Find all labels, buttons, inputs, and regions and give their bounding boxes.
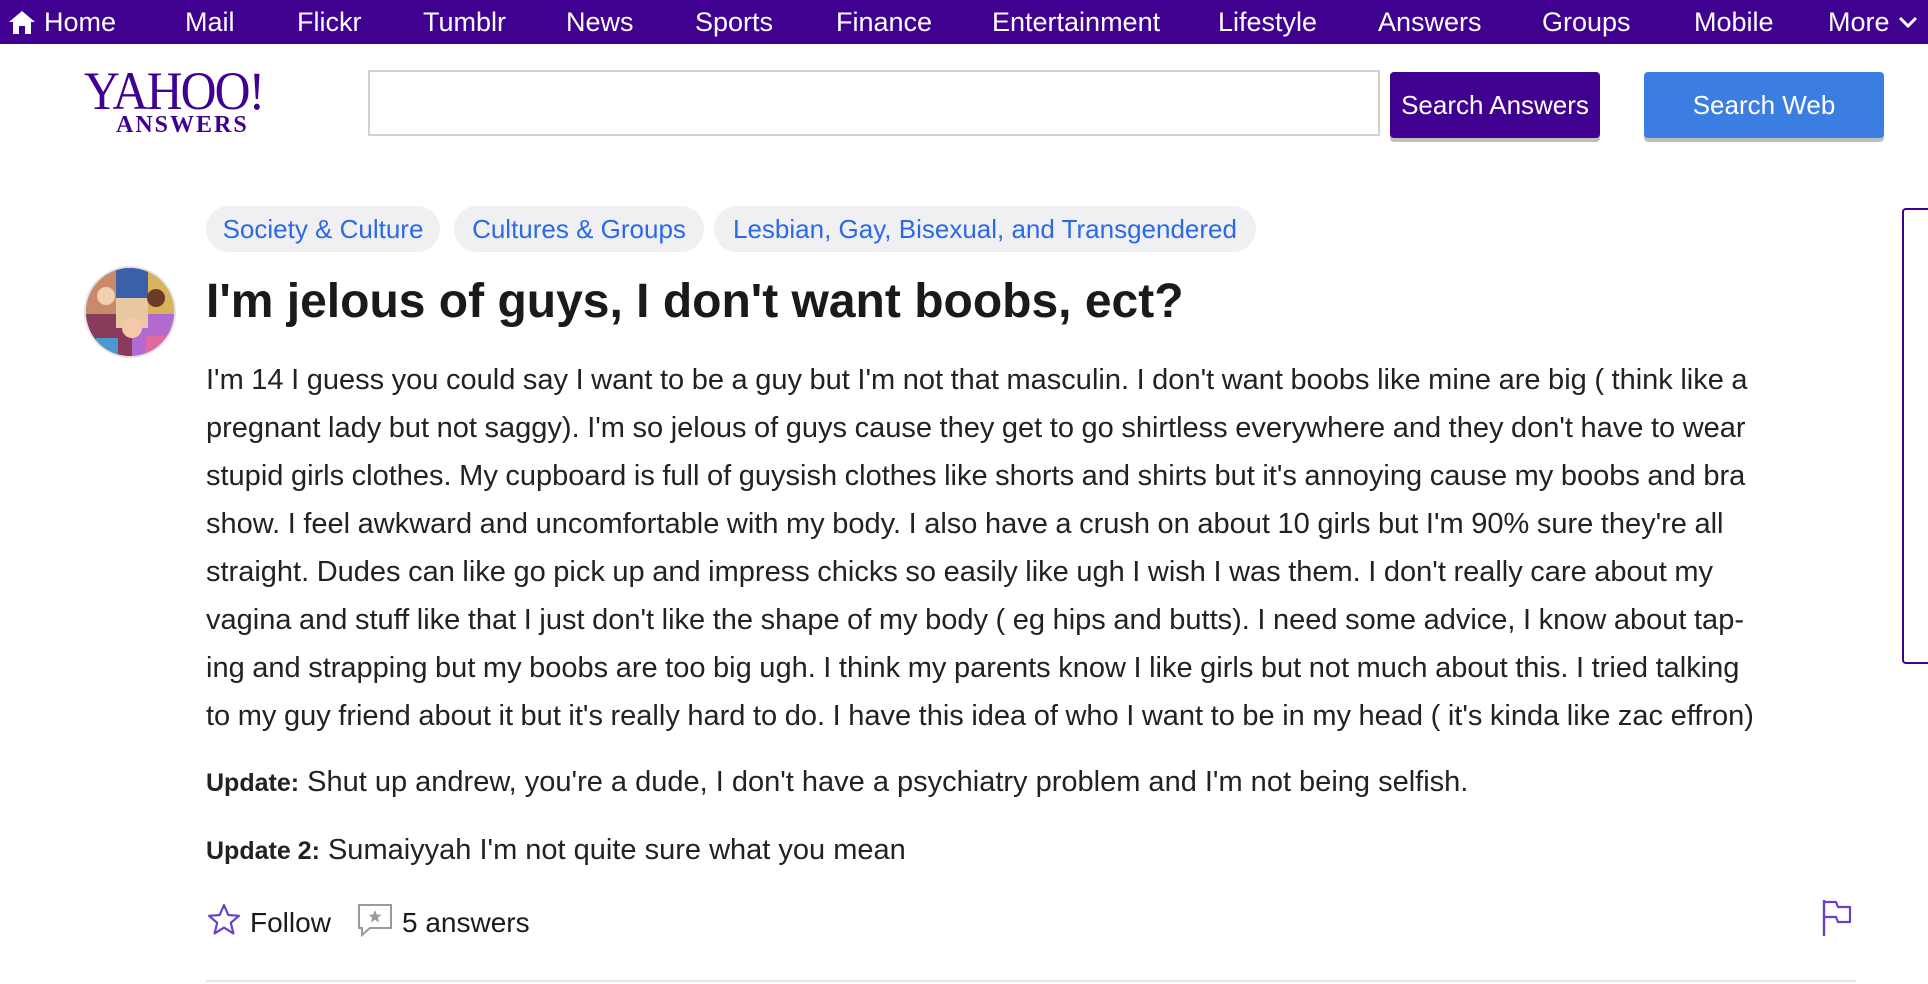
question-update-1: Update: Shut up andrew, you're a dude, I… bbox=[206, 766, 1468, 799]
follow-button[interactable]: Follow bbox=[206, 898, 331, 948]
breadcrumb-lgbt[interactable]: Lesbian, Gay, Bisexual, and Transgendere… bbox=[714, 206, 1256, 252]
chevron-down-icon bbox=[1898, 15, 1918, 29]
search-web-button[interactable]: Search Web bbox=[1644, 72, 1884, 138]
nav-more[interactable]: More bbox=[1828, 0, 1918, 44]
nav-tumblr[interactable]: Tumblr bbox=[423, 0, 506, 44]
nav-sports[interactable]: Sports bbox=[695, 0, 773, 44]
answers-count-label: 5 answers bbox=[402, 907, 530, 938]
nav-lifestyle[interactable]: Lifestyle bbox=[1218, 0, 1317, 44]
side-panel-edge bbox=[1902, 208, 1928, 664]
question-body-line: vagina and stuff like that I just don't … bbox=[206, 604, 1744, 636]
question-body-line: stupid girls clothes. My cupboard is ful… bbox=[206, 460, 1746, 492]
answer-bubble-icon bbox=[356, 902, 394, 945]
nav-more-label: More bbox=[1828, 6, 1890, 37]
star-icon bbox=[206, 902, 242, 945]
nav-groups[interactable]: Groups bbox=[1542, 0, 1631, 44]
question-body-line: I'm 14 I guess you could say I want to b… bbox=[206, 364, 1748, 396]
nav-answers[interactable]: Answers bbox=[1378, 0, 1482, 44]
top-nav-bar: Home Mail Flickr Tumblr News Sports Fina… bbox=[0, 0, 1928, 44]
home-icon bbox=[8, 9, 36, 35]
yahoo-answers-logo[interactable]: YAHOO! ANSWERS bbox=[84, 61, 274, 138]
question-body-line: to my guy friend about it but it's reall… bbox=[206, 700, 1754, 732]
logo-answers-text: ANSWERS bbox=[116, 112, 249, 138]
update-1-text: Shut up andrew, you're a dude, I don't h… bbox=[307, 766, 1469, 798]
follow-label: Follow bbox=[250, 907, 331, 938]
question-body-line: show. I feel awkward and uncomfortable w… bbox=[206, 508, 1724, 540]
question-update-2: Update 2: Sumaiyyah I'm not quite sure w… bbox=[206, 834, 906, 867]
nav-home-label: Home bbox=[44, 6, 117, 37]
logo-yahoo-text: YAHOO! bbox=[84, 61, 265, 121]
answers-count[interactable]: 5 answers bbox=[356, 898, 530, 948]
update-2-text: Sumaiyyah I'm not quite sure what you me… bbox=[327, 834, 906, 866]
avatar[interactable] bbox=[84, 266, 176, 358]
update-1-label: Update: bbox=[206, 769, 300, 797]
nav-news[interactable]: News bbox=[566, 0, 634, 44]
question-title: I'm jelous of guys, I don't want boobs, … bbox=[206, 275, 1184, 328]
question-body: I'm 14 I guess you could say I want to b… bbox=[206, 356, 1846, 740]
section-divider bbox=[206, 980, 1856, 982]
nav-home[interactable]: Home bbox=[8, 0, 116, 44]
update-2-label: Update 2: bbox=[206, 837, 320, 865]
nav-entertainment[interactable]: Entertainment bbox=[992, 0, 1160, 44]
flag-icon[interactable] bbox=[1818, 898, 1854, 938]
search-answers-button[interactable]: Search Answers bbox=[1390, 72, 1600, 138]
nav-mail[interactable]: Mail bbox=[185, 0, 235, 44]
breadcrumb-cultures-groups[interactable]: Cultures & Groups bbox=[454, 206, 704, 252]
breadcrumb-society-culture[interactable]: Society & Culture bbox=[206, 206, 440, 252]
nav-finance[interactable]: Finance bbox=[836, 0, 932, 44]
nav-flickr[interactable]: Flickr bbox=[297, 0, 361, 44]
question-body-line: straight. Dudes can like go pick up and … bbox=[206, 556, 1714, 588]
search-input[interactable] bbox=[368, 70, 1380, 136]
question-body-line: ing and strapping but my boobs are too b… bbox=[206, 652, 1740, 684]
nav-mobile[interactable]: Mobile bbox=[1694, 0, 1774, 44]
question-body-line: pregnant lady but not saggy). I'm so jel… bbox=[206, 412, 1746, 444]
